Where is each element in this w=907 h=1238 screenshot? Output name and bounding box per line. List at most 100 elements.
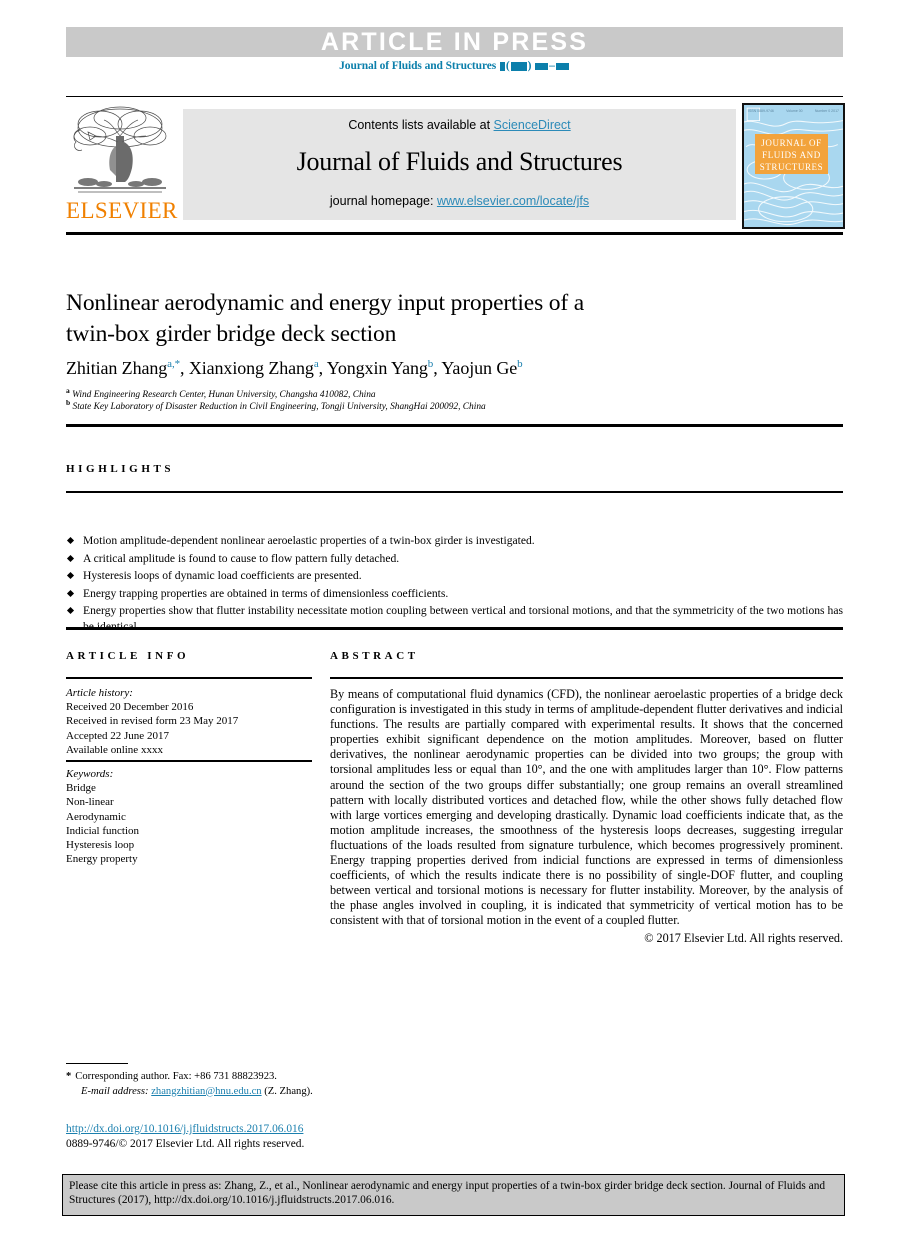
cover-volume: Volume 00 <box>786 109 803 113</box>
author-4-affiliation-marker: b <box>517 358 523 370</box>
journal-homepage-line: journal homepage: www.elsevier.com/locat… <box>183 194 736 208</box>
keyword-item: Aerodynamic <box>66 810 126 823</box>
journal-cover-thumbnail: ISSN 0889-9746 Volume 00 Number 0 2017 J… <box>742 103 845 229</box>
highlights-section-label: HIGHLIGHTS <box>66 463 175 475</box>
redaction-mark-volume <box>499 61 505 71</box>
article-info-label-rule <box>66 677 312 679</box>
highlights-list: Motion amplitude-dependent nonlinear aer… <box>66 533 843 636</box>
article-history-item: Received 20 December 2016 <box>66 701 194 714</box>
article-history-item: Available online xxxx <box>66 743 163 756</box>
paper-page: ARTICLE IN PRESS Journal of Fluids and S… <box>0 0 907 1238</box>
journal-running-reference: Journal of Fluids and Structures () – <box>66 60 843 72</box>
article-info-section-label: ARTICLE INFO <box>66 650 190 662</box>
keyword-item: Energy property <box>66 853 138 866</box>
affiliation-b-marker: b <box>66 398 71 407</box>
cover-issn: ISSN 0889-9746 <box>748 109 774 113</box>
issn-copyright-line: 0889-9746/© 2017 Elsevier Ltd. All right… <box>66 1137 305 1150</box>
bullet-icon <box>66 589 75 597</box>
cover-number: Number 0 2017 <box>814 109 839 113</box>
cover-masthead-line: ISSN 0889-9746 Volume 00 Number 0 2017 <box>748 109 839 116</box>
author-3-name: Yongxin Yang <box>326 358 428 378</box>
author-1-name: Zhitian Zhang <box>66 358 168 378</box>
author-3-affiliation-marker: b <box>427 358 434 370</box>
keywords-label: Keywords: <box>66 768 114 780</box>
footnote-block: * Corresponding author. Fax: +86 731 8882… <box>66 1070 566 1099</box>
highlight-text: Motion amplitude-dependent nonlinear aer… <box>83 534 535 547</box>
highlight-text: A critical amplitude is found to cause t… <box>83 551 400 565</box>
highlight-item: Energy trapping properties are obtained … <box>66 586 843 602</box>
title-line-1: Nonlinear aerodynamic and energy input p… <box>66 290 585 316</box>
bullet-icon <box>66 571 75 580</box>
article-info-column: Article history: Received 20 December 20… <box>66 681 312 757</box>
cover-title-band: JOURNAL OF FLUIDS AND STRUCTURES <box>755 134 828 174</box>
masthead-bottom-rule <box>66 232 843 235</box>
article-history-block: Article history: Received 20 December 20… <box>66 686 312 757</box>
homepage-prefix-label: journal homepage: <box>329 194 437 208</box>
highlight-item: A critical amplitude is found to cause t… <box>66 551 843 567</box>
author-1[interactable]: Zhitian Zhanga,* <box>66 358 180 378</box>
author-2[interactable]: Xianxiong Zhanga <box>189 358 319 378</box>
elsevier-logo: ELSEVIER <box>66 102 178 226</box>
cite-this-article-box: Please cite this article in press as: Zh… <box>62 1174 845 1216</box>
author-4[interactable]: Yaojun Geb <box>441 358 522 378</box>
author-2-affiliation-marker: a <box>313 358 319 370</box>
redaction-mark-page-end <box>555 62 569 70</box>
author-4-name: Yaojun Ge <box>441 358 518 378</box>
title-line-2: twin-box girder bridge deck section <box>66 321 397 347</box>
doi-block: http://dx.doi.org/10.1016/j.jfluidstruct… <box>66 1122 566 1151</box>
footnote-rule <box>66 1063 128 1065</box>
highlight-item: Hysteresis loops of dynamic load coeffic… <box>66 568 843 584</box>
author-1-affiliation-marker: a,* <box>167 358 181 370</box>
doi-link[interactable]: http://dx.doi.org/10.1016/j.jfluidstruct… <box>66 1123 303 1135</box>
abstract-section-label: ABSTRACT <box>330 650 419 662</box>
abstract-copyright: © 2017 Elsevier Ltd. All rights reserved… <box>644 930 843 945</box>
email-label: E-mail address: <box>81 1085 149 1097</box>
author-2-name: Xianxiong Zhang <box>188 358 314 378</box>
cover-title-line-3: STRUCTURES <box>759 162 824 172</box>
cite-this-article-text: Please cite this article in press as: Zh… <box>69 1180 826 1206</box>
email-link[interactable]: zhangzhitian@hnu.edu.cn <box>151 1086 261 1097</box>
contents-prefix-label: Contents lists available at <box>348 118 494 132</box>
affiliation-a-marker: a <box>66 386 70 395</box>
highlight-text: Energy trapping properties are obtained … <box>83 586 449 600</box>
contents-lists-line: Contents lists available at ScienceDirec… <box>183 118 736 132</box>
author-list: Zhitian Zhanga,*, Xianxiong Zhanga, Yong… <box>66 358 523 378</box>
article-history-label: Article history: <box>66 687 133 699</box>
highlights-top-rule <box>66 424 843 427</box>
keyword-item: Indicial function <box>66 824 140 837</box>
cover-title-line-1: JOURNAL OF <box>761 138 822 148</box>
keyword-item: Non-linear <box>66 796 114 809</box>
affiliation-b-text: State Key Laboratory of Disaster Reducti… <box>72 402 486 413</box>
cover-title-line-2: FLUIDS AND <box>762 150 821 160</box>
journal-running-title: Journal of Fluids and Structures <box>339 60 497 72</box>
redaction-mark-page-start <box>535 62 549 70</box>
bullet-icon <box>66 606 75 615</box>
elsevier-tree-icon <box>73 106 167 193</box>
article-in-press-label: ARTICLE IN PRESS <box>320 28 589 56</box>
sciencedirect-link[interactable]: ScienceDirect <box>494 118 571 132</box>
elsevier-wordmark: ELSEVIER <box>66 198 178 223</box>
abstract-label-rule <box>330 677 843 679</box>
keywords-block: Keywords: Bridge Non-linear Aerodynamic … <box>66 767 312 866</box>
highlights-label-rule <box>66 491 843 493</box>
journal-masthead: ELSEVIER Contents lists available at Sci… <box>66 100 845 229</box>
article-in-press-banner: ARTICLE IN PRESS <box>66 27 843 57</box>
email-note: E-mail address: zhangzhitian@hnu.edu.cn … <box>66 1085 566 1100</box>
journal-title: Journal of Fluids and Structures <box>296 147 623 176</box>
article-history-item: Accepted 22 June 2017 <box>66 729 169 742</box>
abstract-section-top-rule <box>66 627 843 630</box>
bullet-icon <box>66 554 75 562</box>
keyword-item: Hysteresis loop <box>66 839 135 852</box>
corresponding-author-note: * Corresponding author. Fax: +86 731 8882… <box>66 1070 566 1085</box>
keywords-column: Keywords: Bridge Non-linear Aerodynamic … <box>66 762 312 866</box>
highlight-text: Hysteresis loops of dynamic load coeffic… <box>83 569 362 582</box>
journal-homepage-link[interactable]: www.elsevier.com/locate/jfs <box>437 194 589 208</box>
highlight-item: Motion amplitude-dependent nonlinear aer… <box>66 533 843 549</box>
corresponding-author-text: Corresponding author. Fax: +86 731 88823… <box>75 1071 277 1082</box>
abstract-text: By means of computational fluid dynamics… <box>330 687 843 928</box>
keyword-item: Bridge <box>66 782 96 795</box>
redaction-mark-issue <box>510 61 527 71</box>
article-history-item: Received in revised form 23 May 2017 <box>66 715 239 728</box>
masthead-top-rule <box>66 96 843 97</box>
author-3[interactable]: Yongxin Yangb <box>326 358 434 378</box>
